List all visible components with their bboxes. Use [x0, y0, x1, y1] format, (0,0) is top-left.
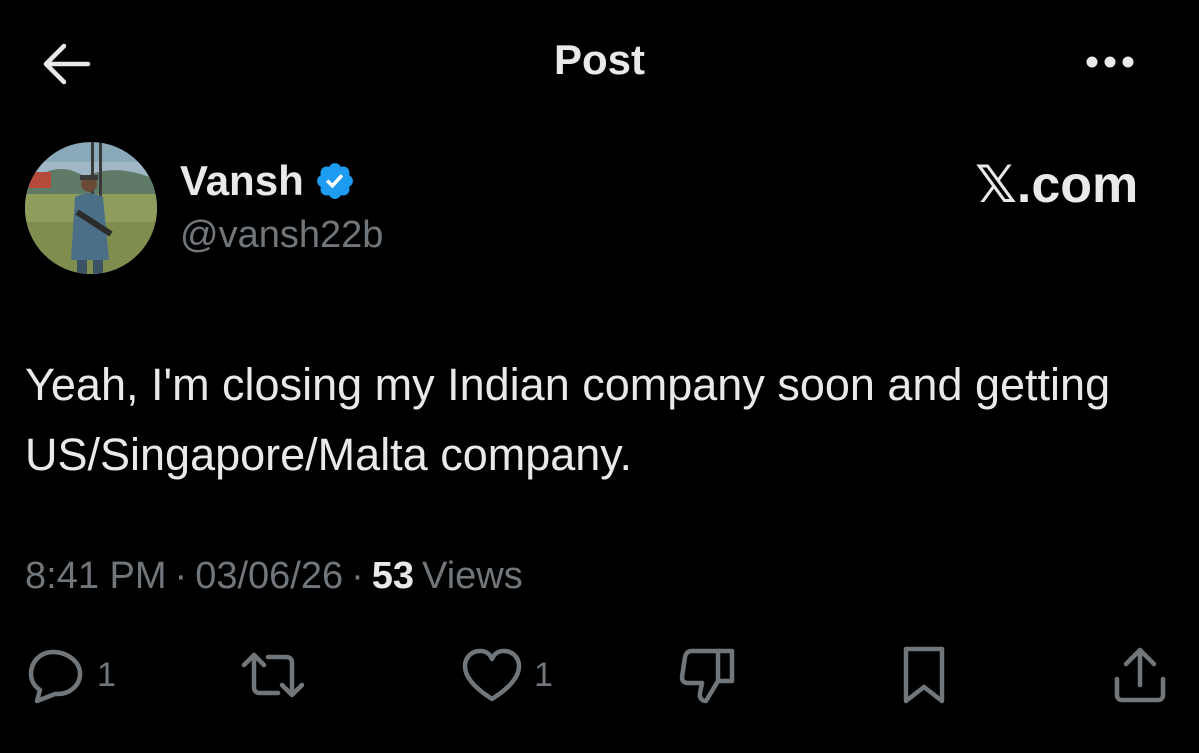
verified-badge-icon — [316, 163, 353, 199]
post-date[interactable]: 03/06/26 — [195, 555, 343, 598]
avatar-photo — [25, 142, 157, 274]
meta-separator: · — [351, 555, 364, 597]
like-button[interactable]: 1 — [460, 645, 553, 705]
bookmark-icon — [903, 646, 945, 704]
bookmark-button[interactable] — [896, 645, 962, 705]
views-label: Views — [422, 555, 523, 597]
repost-button[interactable] — [240, 645, 316, 705]
like-count: 1 — [534, 655, 553, 694]
author-name[interactable]: Vansh — [180, 157, 304, 205]
meta-separator: · — [174, 555, 188, 597]
repost-icon — [241, 652, 305, 698]
reply-icon — [28, 649, 83, 703]
more-horizontal-icon — [1086, 56, 1134, 68]
share-button[interactable] — [1110, 645, 1180, 705]
avatar[interactable] — [25, 142, 157, 274]
reply-count: 1 — [97, 655, 116, 694]
reply-button[interactable]: 1 — [25, 645, 116, 705]
views-count[interactable]: 53 — [372, 555, 414, 598]
share-icon — [1114, 647, 1166, 703]
post-time[interactable]: 8:41 PM — [25, 555, 167, 598]
heart-icon — [462, 648, 522, 702]
author-handle[interactable]: @vansh22b — [180, 214, 383, 257]
post-screen: Post Vansh @vansh22b 𝕏.com Yeah, I'm clo… — [0, 0, 1199, 753]
dislike-button[interactable] — [678, 645, 748, 705]
post-text: Yeah, I'm closing my Indian company soon… — [25, 359, 1111, 480]
post-meta: 8:41 PM · 03/06/26 · 53 Views — [25, 555, 523, 598]
author-name-row: Vansh — [180, 155, 356, 207]
thumbs-down-icon — [679, 648, 735, 704]
header: Post — [0, 0, 1199, 125]
x-com-watermark: 𝕏.com — [975, 156, 1139, 214]
page-title: Post — [553, 36, 645, 83]
more-button[interactable] — [1078, 40, 1142, 84]
